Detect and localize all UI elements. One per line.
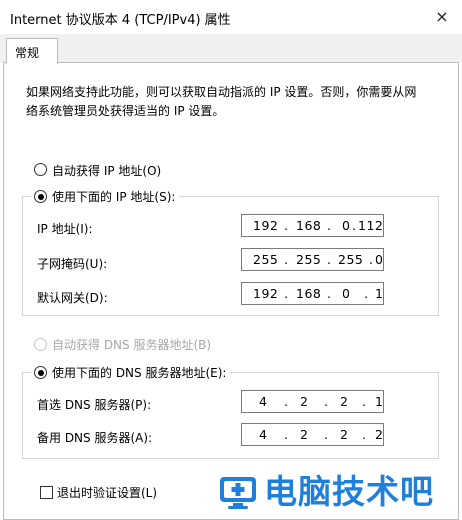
ip-address-field[interactable]: 192 . 168 . 0 . 112 <box>241 214 384 237</box>
manual-dns-label[interactable]: 使用下面的 DNS 服务器地址(E): <box>48 364 231 381</box>
alternate-dns-label: 备用 DNS 服务器(A): <box>37 431 153 445</box>
title-bar: Internet 协议版本 4 (TCP/IPv4) 属性 × <box>0 0 462 34</box>
preferred-dns-octet-2: 2 <box>300 394 309 409</box>
alternate-dns-octet-3: 2 <box>340 427 349 442</box>
ip-address-label: IP 地址(I): <box>37 222 93 236</box>
description-line-2: 络系统管理员处获得适当的 IP 设置。 <box>26 104 225 118</box>
alternate-dns-octet-4: 2 <box>375 427 384 442</box>
close-button[interactable]: × <box>430 6 454 28</box>
watermark: 电脑技术吧 <box>218 470 458 514</box>
alternate-dns-octet-1: 4 <box>259 427 268 442</box>
tab-general[interactable]: 常规 <box>6 38 58 64</box>
auto-dns-label[interactable]: 自动获得 DNS 服务器地址(B) <box>52 336 211 353</box>
default-gateway-label: 默认网关(D): <box>37 291 108 305</box>
auto-ip-radio[interactable] <box>34 163 47 176</box>
auto-dns-radio[interactable] <box>34 338 47 351</box>
gateway-octet-2: 168 <box>296 286 322 301</box>
validate-on-exit-checkbox[interactable] <box>40 486 53 499</box>
auto-ip-label[interactable]: 自动获得 IP 地址(O) <box>52 162 161 179</box>
subnet-octet-1: 255 <box>253 252 279 267</box>
gateway-octet-3: 0 <box>342 286 351 301</box>
alternate-dns-field[interactable]: 4 . 2 . 2 . 2 <box>241 423 384 446</box>
window-title: Internet 协议版本 4 (TCP/IPv4) 属性 <box>10 13 231 28</box>
preferred-dns-octet-1: 4 <box>259 394 268 409</box>
validate-on-exit-label[interactable]: 退出时验证设置(L) <box>57 484 157 501</box>
manual-ip-radio[interactable] <box>34 190 47 203</box>
preferred-dns-field[interactable]: 4 . 2 . 2 . 1 <box>241 390 384 413</box>
ip-octet-3: 0 <box>342 218 351 233</box>
default-gateway-field[interactable]: 192 . 168 . 0 . 1 <box>241 282 384 305</box>
manual-dns-radio[interactable] <box>34 366 47 379</box>
description-text: 如果网络支持此功能，则可以获取自动指派的 IP 设置。否则，你需要从网 络系统管… <box>26 83 436 121</box>
gateway-octet-4: 1 <box>375 286 384 301</box>
ip-octet-1: 192 <box>253 218 279 233</box>
subnet-mask-field[interactable]: 255 . 255 . 255 . 0 <box>241 248 384 271</box>
ip-octet-2: 168 <box>296 218 322 233</box>
alternate-dns-octet-2: 2 <box>300 427 309 442</box>
gateway-octet-1: 192 <box>253 286 279 301</box>
manual-ip-label[interactable]: 使用下面的 IP 地址(S): <box>48 188 180 205</box>
ip-octet-4: 112 <box>358 218 384 233</box>
subnet-mask-label: 子网掩码(U): <box>37 257 108 271</box>
monitor-plus-icon <box>220 477 256 509</box>
tab-general-label: 常规 <box>15 46 40 60</box>
subnet-octet-2: 255 <box>296 252 322 267</box>
subnet-octet-3: 255 <box>338 252 364 267</box>
subnet-octet-4: 0 <box>375 252 384 267</box>
description-line-1: 如果网络支持此功能，则可以获取自动指派的 IP 设置。否则，你需要从网 <box>26 85 417 99</box>
watermark-text: 电脑技术吧 <box>264 472 434 511</box>
tab-strip <box>0 34 462 62</box>
preferred-dns-octet-4: 1 <box>375 394 384 409</box>
preferred-dns-octet-3: 2 <box>340 394 349 409</box>
preferred-dns-label: 首选 DNS 服务器(P): <box>37 398 152 412</box>
